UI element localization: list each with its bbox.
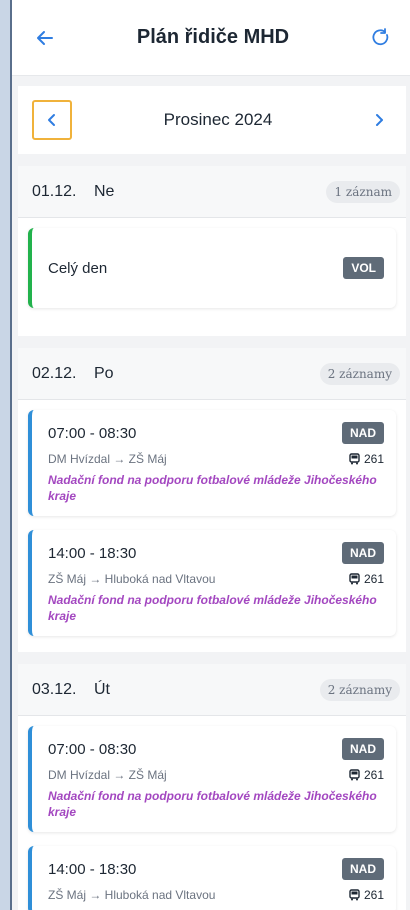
type-badge: VOL bbox=[343, 257, 384, 279]
day-name: Ne bbox=[94, 182, 115, 200]
entry-route: ZŠ Máj → Hluboká nad Vltavou bbox=[48, 572, 216, 586]
type-badge: NAD bbox=[342, 738, 384, 760]
type-badge: NAD bbox=[342, 858, 384, 880]
schedule-entry[interactable]: 14:00 - 18:30 NAD ZŠ Máj → Hluboká nad V… bbox=[28, 530, 396, 636]
bus-icon bbox=[349, 453, 360, 465]
back-button[interactable] bbox=[32, 25, 58, 51]
month-label: Prosinec 2024 bbox=[163, 110, 273, 129]
day-entries: 07:00 - 08:30 NAD DM Hvízdal → ZŠ Máj 26… bbox=[18, 716, 406, 910]
schedule-entry[interactable]: 07:00 - 08:30 NAD DM Hvízdal → ZŠ Máj 26… bbox=[28, 726, 396, 832]
entry-time: 14:00 - 18:30 bbox=[48, 860, 137, 878]
arrow-left-icon bbox=[37, 30, 53, 45]
schedule-entry[interactable]: Celý den VOL bbox=[28, 228, 396, 308]
type-badge: NAD bbox=[342, 422, 384, 444]
all-day-label: Celý den bbox=[48, 259, 108, 277]
next-month-button[interactable] bbox=[364, 113, 394, 127]
day-date: 02.12. bbox=[32, 364, 77, 382]
entry-time: 07:00 - 08:30 bbox=[48, 424, 137, 442]
bus-number-text: 261 bbox=[363, 768, 384, 782]
entry-route: ZŠ Máj → Hluboká nad Vltavou bbox=[48, 888, 216, 902]
day-entries: 07:00 - 08:30 NAD DM Hvízdal → ZŠ Máj 26… bbox=[18, 400, 406, 652]
day-name: Út bbox=[94, 680, 110, 698]
chevron-left-icon bbox=[48, 114, 55, 126]
organization-name: Nadační fond na podporu fotbalové mládež… bbox=[48, 473, 377, 503]
month-switcher: Prosinec 2024 bbox=[18, 86, 406, 154]
entry-route: DM Hvízdal → ZŠ Máj bbox=[48, 768, 167, 782]
day-date: 01.12. bbox=[32, 182, 77, 200]
type-badge: NAD bbox=[342, 542, 384, 564]
day-name: Po bbox=[94, 364, 114, 382]
day-header: 02.12. Po 2 záznamy bbox=[18, 348, 406, 400]
page-title: Plán řidiče MHD bbox=[136, 26, 290, 48]
refresh-button[interactable] bbox=[368, 25, 394, 51]
entry-time: 14:00 - 18:30 bbox=[48, 544, 137, 562]
refresh-icon bbox=[372, 27, 389, 45]
bus-icon bbox=[349, 573, 360, 585]
bus-number: 261 bbox=[349, 888, 384, 902]
entry-count-badge: 2 záznamy bbox=[319, 362, 400, 385]
bus-number: 261 bbox=[349, 452, 384, 466]
schedule-entry[interactable]: 07:00 - 08:30 NAD DM Hvízdal → ZŠ Máj 26… bbox=[28, 410, 396, 516]
day-date: 03.12. bbox=[32, 680, 77, 698]
bus-icon bbox=[349, 889, 360, 901]
app-screen: Plán řidiče MHD Prosinec 2024 01.12. Ne … bbox=[10, 0, 410, 910]
organization-name: Nadační fond na podporu fotbalové mládež… bbox=[48, 789, 377, 819]
prev-month-button[interactable] bbox=[32, 100, 72, 140]
entry-time: 07:00 - 08:30 bbox=[48, 740, 137, 758]
entry-count-badge: 1 záznam bbox=[326, 180, 400, 203]
bus-number-text: 261 bbox=[363, 452, 384, 466]
bus-number-text: 261 bbox=[363, 572, 384, 586]
top-bar: Plán řidiče MHD bbox=[12, 0, 410, 76]
day-entries: Celý den VOL bbox=[18, 218, 406, 336]
day-header: 03.12. Út 2 záznamy bbox=[18, 664, 406, 716]
bus-number: 261 bbox=[349, 572, 384, 586]
day-header: 01.12. Ne 1 záznam bbox=[18, 166, 406, 218]
bus-icon bbox=[349, 769, 360, 781]
bus-number-text: 261 bbox=[363, 888, 384, 902]
entry-count-badge: 2 záznamy bbox=[319, 678, 400, 701]
bus-number: 261 bbox=[349, 768, 384, 782]
organization-name: Nadační fond na podporu fotbalové mládež… bbox=[48, 593, 377, 623]
schedule-entry[interactable]: 14:00 - 18:30 NAD ZŠ Máj → Hluboká nad V… bbox=[28, 846, 396, 910]
entry-route: DM Hvízdal → ZŠ Máj bbox=[48, 452, 167, 466]
chevron-right-icon bbox=[376, 114, 383, 126]
